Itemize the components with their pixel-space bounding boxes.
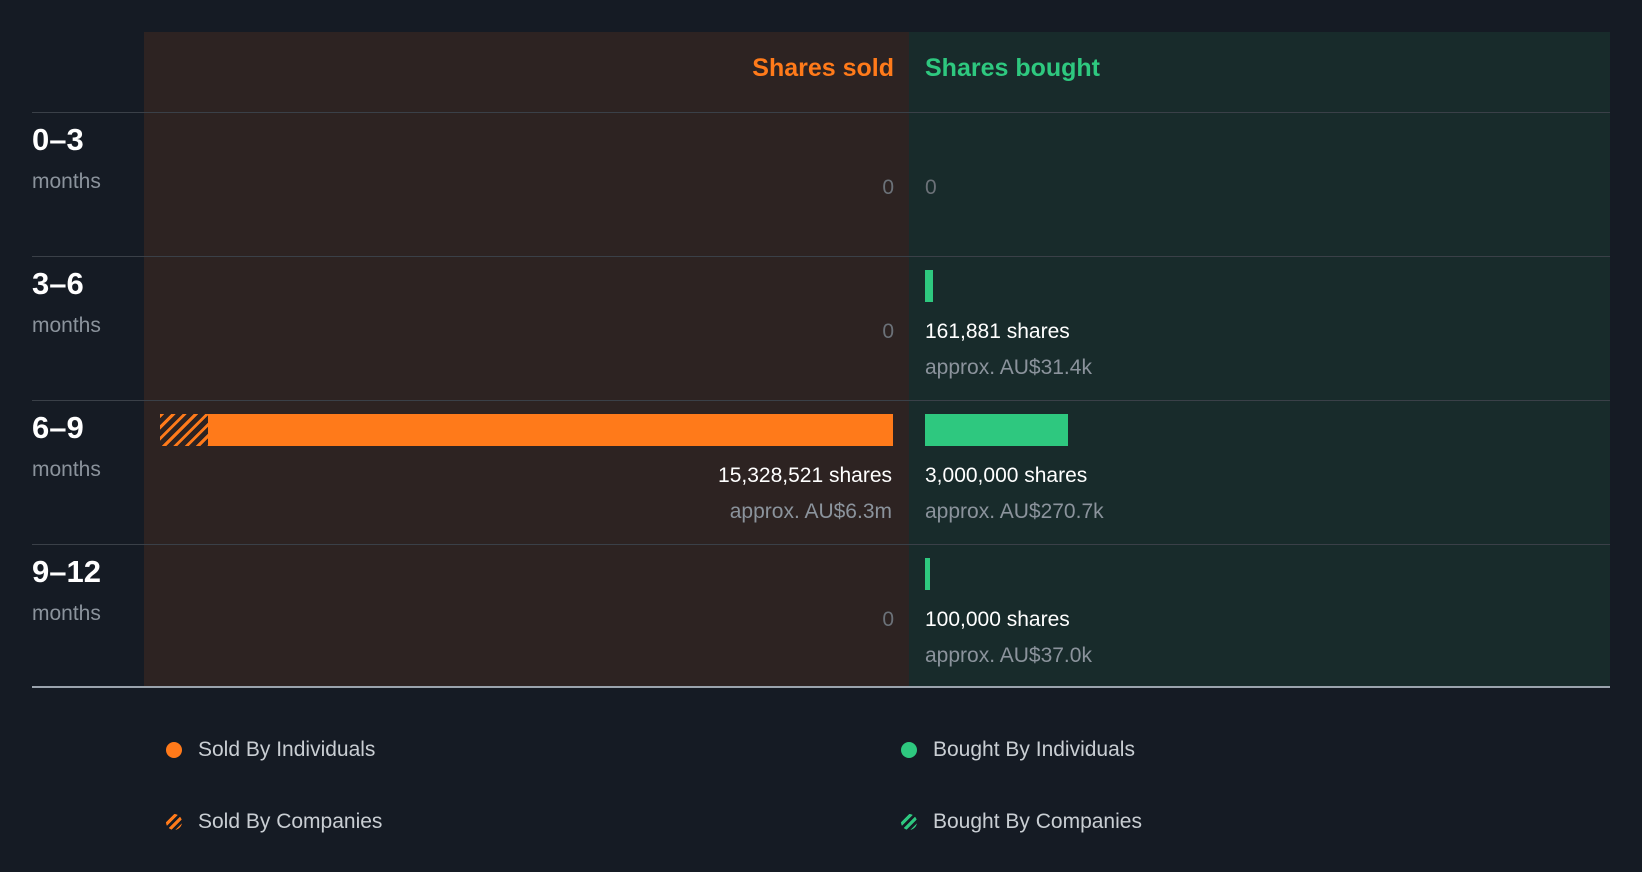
shares-sold-header: Shares sold: [752, 54, 894, 82]
period-unit: months: [32, 458, 101, 481]
legend-label: Sold By Individuals: [198, 738, 376, 761]
chart-row: 9–12 months 0 100,000 shares approx. AU$37.0…: [0, 544, 1642, 688]
period-unit: months: [32, 170, 101, 193]
period-label: 9–12: [32, 554, 101, 589]
chart-row: 3–6 months 0 161,881 shares approx. AU$31.4k: [0, 256, 1642, 400]
bought-individuals-bar: [925, 558, 930, 590]
bought-approx-value: approx. AU$37.0k: [925, 644, 1092, 667]
chart-row: 6–9 months 15,328,521 shares approx. AU$6.3…: [0, 400, 1642, 544]
bought-shares-value: 100,000 shares: [925, 608, 1070, 631]
bought-approx-value: approx. AU$31.4k: [925, 356, 1092, 379]
sold-approx-value: approx. AU$6.3m: [729, 500, 892, 523]
legend-label: Sold By Companies: [198, 810, 383, 833]
legend-dot-icon: [901, 742, 917, 758]
sold-companies-bar: [160, 414, 208, 446]
period-label: 0–3: [32, 122, 84, 157]
sold-shares-value: 15,328,521 shares: [718, 464, 892, 487]
legend-hatched-dot-icon: [901, 814, 917, 830]
bought-individuals-bar: [925, 270, 933, 302]
bought-shares-value: 3,000,000 shares: [925, 464, 1088, 487]
shares-bought-header: Shares bought: [925, 54, 1101, 82]
legend-label: Bought By Individuals: [933, 738, 1135, 761]
sold-zero-value: 0: [882, 608, 894, 631]
bought-approx-value: approx. AU$270.7k: [925, 500, 1104, 523]
period-label: 3–6: [32, 266, 84, 301]
period-unit: months: [32, 602, 101, 625]
chart-row: 0–3 months 0 0: [0, 112, 1642, 256]
period-unit: months: [32, 314, 101, 337]
bought-individuals-bar: [925, 414, 1068, 446]
period-label: 6–9: [32, 410, 84, 445]
legend-label: Bought By Companies: [933, 810, 1142, 833]
sold-individuals-bar: [207, 414, 893, 446]
sold-zero-value: 0: [882, 176, 894, 199]
sold-zero-value: 0: [882, 320, 894, 343]
bought-zero-value: 0: [925, 176, 937, 199]
legend-dot-icon: [166, 742, 182, 758]
bought-shares-value: 161,881 shares: [925, 320, 1070, 343]
legend-hatched-dot-icon: [166, 814, 182, 830]
baseline: [32, 686, 1610, 688]
